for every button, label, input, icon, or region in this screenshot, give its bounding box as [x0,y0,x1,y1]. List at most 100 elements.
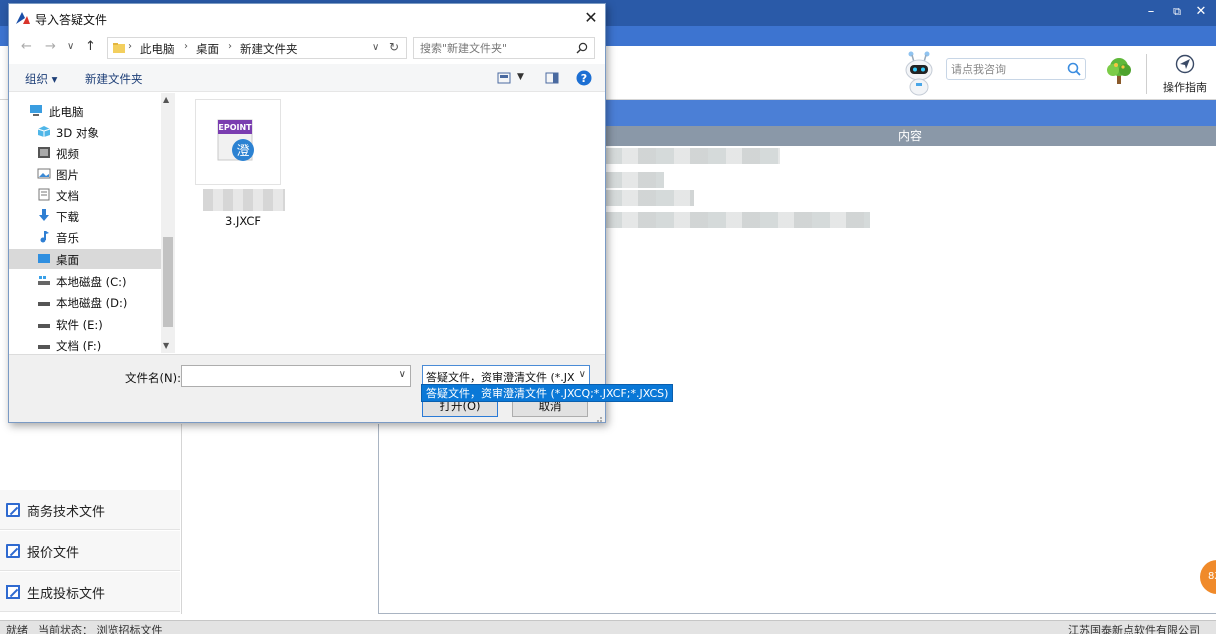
preview-pane-icon[interactable] [545,72,559,84]
document-icon [6,585,20,599]
nav-item-quotation[interactable]: 报价文件 [0,531,180,571]
tree-item-drive-f[interactable]: 文档 (F:) [9,335,161,355]
tree-item-documents[interactable]: 文档 [9,185,161,205]
file-name[interactable]: 3.JXCF [225,214,261,228]
tree-item-label: 文档 [56,189,79,203]
tree-item-downloads[interactable]: 下载 [9,206,161,226]
documents-icon [38,188,50,201]
blurred-row [604,172,664,188]
scroll-down-icon[interactable]: ▼ [163,341,169,350]
dialog-command-bar: 组织 ▾ 新建文件夹 ▼ ? [9,64,605,92]
address-bar[interactable]: › 此电脑 › 桌面 › 新建文件夹 ∨ ↻ [107,37,407,59]
consult-search-box[interactable] [946,58,1086,80]
operation-guide-button[interactable]: 操作指南 [1160,54,1210,98]
view-options-icon[interactable] [497,72,511,84]
dialog-close-button[interactable]: ✕ [581,8,601,28]
folder-icon [113,43,125,53]
close-window-icon[interactable]: ✕ [1190,3,1212,21]
breadcrumb-pc[interactable]: 此电脑 [140,41,175,57]
up-arrow-icon[interactable]: ↑ [85,39,96,54]
downloads-icon [39,209,49,221]
file-item[interactable]: EPOINT 澄 [195,99,281,185]
tree-item-label: 本地磁盘 (D:) [56,296,128,310]
robot-assistant-icon[interactable] [902,50,936,98]
content-column-header[interactable]: 内容 [604,126,1216,146]
blurred-filename [203,189,285,211]
operation-guide-label: 操作指南 [1163,81,1207,94]
chevron-down-icon[interactable]: ∨ [399,369,406,380]
video-icon [38,147,50,158]
blurred-row [604,190,694,206]
desktop-icon [38,254,50,263]
tree-item-label: 桌面 [56,253,79,267]
tree-item-label: 文档 (F:) [56,339,102,353]
navigation-arrow-icon [1175,54,1195,74]
drive-icon [38,302,50,306]
3d-objects-icon [37,126,51,137]
recent-locations-icon[interactable]: ∨ [67,41,74,52]
tree-item-drive-e[interactable]: 软件 (E:) [9,314,161,334]
search-icon[interactable] [1067,62,1081,76]
left-navigation: 商务技术文件 报价文件 生成投标文件 [0,424,182,614]
tree-item-label: 视频 [56,147,79,161]
forward-arrow-icon[interactable]: → [45,39,56,54]
tree-item-videos[interactable]: 视频 [9,143,161,163]
folder-search-input[interactable] [420,41,570,55]
breadcrumb-desktop[interactable]: 桌面 [196,41,219,57]
consult-search-input[interactable] [951,61,1063,77]
help-icon[interactable]: ? [576,70,592,86]
scroll-up-icon[interactable]: ▲ [163,95,169,104]
view-dropdown-icon[interactable]: ▼ [517,72,524,82]
nav-item-label: 报价文件 [27,546,80,561]
file-type-option[interactable]: 答疑文件，资审澄清文件 (*.JXCQ;*.JXCF;*.JXCS) [421,384,674,402]
svg-text:?: ? [581,72,587,85]
import-file-dialog: 导入答疑文件 ✕ ← → ∨ ↑ › 此电脑 › 桌面 › 新建文件夹 ∨ ↻ … [8,3,606,423]
minimize-icon[interactable]: – [1140,3,1162,21]
nav-item-label: 商务技术文件 [27,505,106,520]
nav-item-generate-bid[interactable]: 生成投标文件 [0,572,180,612]
tree-item-label: 下载 [56,210,79,224]
tree-logo-icon[interactable] [1104,56,1134,86]
back-arrow-icon[interactable]: ← [21,39,32,54]
resize-grip-icon[interactable] [593,413,603,423]
nav-item-business-technical[interactable]: 商务技术文件 [0,490,180,530]
filename-label: 文件名(N): [125,371,181,385]
scrollbar-thumb[interactable] [163,237,173,327]
dialog-titlebar: 导入答疑文件 ✕ [9,4,605,32]
file-badge-text: EPOINT [218,123,252,132]
new-folder-button[interactable]: 新建文件夹 [85,71,143,87]
tree-item-desktop[interactable]: 桌面 [9,249,161,269]
breadcrumb-chevron-icon: › [128,41,132,52]
toolbar-separator [1146,54,1147,94]
file-glyph: 澄 [236,144,249,159]
organize-button[interactable]: 组织 ▾ [25,71,57,87]
tree-item-pictures[interactable]: 图片 [9,164,161,184]
file-type-value: 答疑文件，资审澄清文件 (*.JXC [426,371,574,384]
tree-item-drive-c[interactable]: 本地磁盘 (C:) [9,271,161,291]
drive-icon [38,324,50,328]
blurred-row [604,212,870,228]
edit-icon [6,544,20,558]
breadcrumb-new-folder[interactable]: 新建文件夹 [240,41,298,57]
tree-item-this-pc[interactable]: 此电脑 [9,101,161,121]
restore-icon[interactable]: ⧉ [1166,3,1188,21]
status-company: 江苏国泰新点软件有限公司 [1068,624,1200,634]
panel-header-band [604,100,1216,126]
filename-input[interactable]: ∨ [181,365,411,387]
chevron-down-icon[interactable]: ∨ [579,369,586,380]
tree-item-drive-d[interactable]: 本地磁盘 (D:) [9,292,161,312]
tree-item-3d-objects[interactable]: 3D 对象 [9,122,161,142]
breadcrumb-chevron-icon: › [228,41,232,52]
pictures-icon [37,168,51,179]
breadcrumb-chevron-icon: › [184,41,188,52]
pc-icon [30,105,42,116]
tree-scrollbar[interactable]: ▲ ▼ [161,93,175,353]
tree-item-music[interactable]: 音乐 [9,227,161,247]
refresh-icon[interactable]: ↻ [389,40,399,54]
tree-item-label: 本地磁盘 (C:) [56,275,127,289]
search-icon[interactable] [576,42,588,54]
folder-search-box[interactable] [413,37,595,59]
address-dropdown-icon[interactable]: ∨ [372,42,379,53]
edit-icon [6,503,20,517]
music-icon [40,231,49,243]
